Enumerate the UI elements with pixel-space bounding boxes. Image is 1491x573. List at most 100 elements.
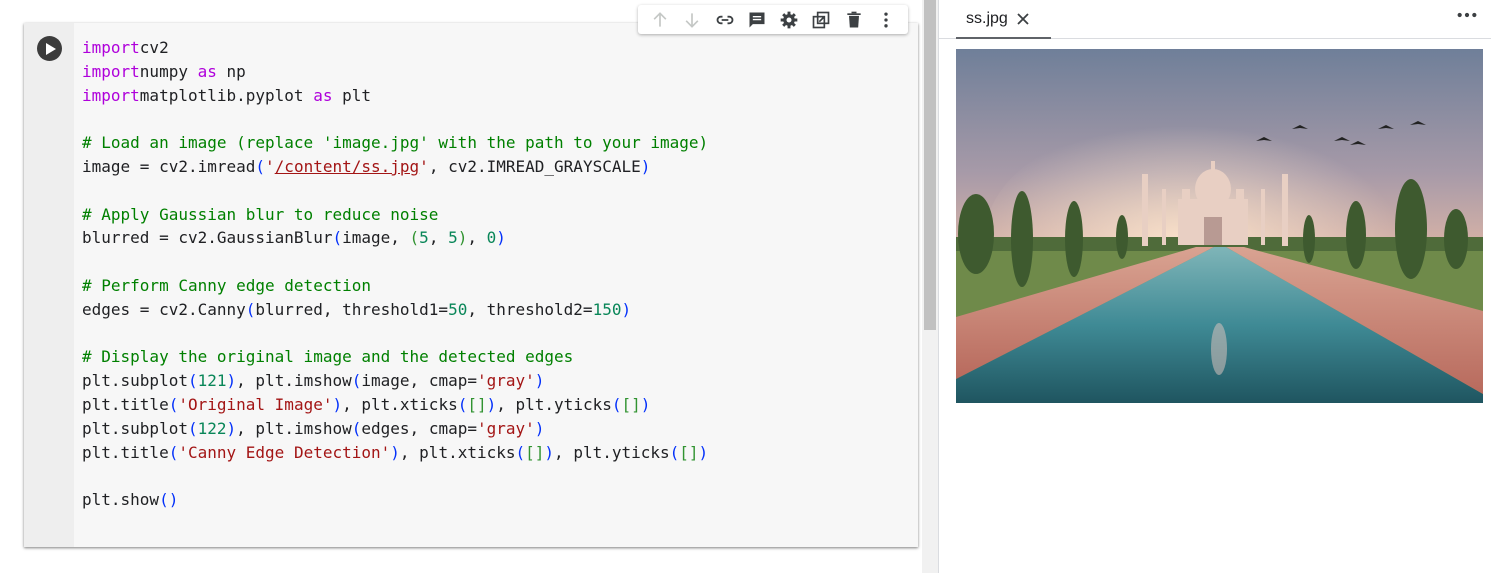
code-token: ( — [187, 371, 198, 391]
code-token: ( — [515, 442, 526, 462]
code-token: ( — [332, 228, 343, 248]
code-token: import — [82, 38, 140, 57]
code-token: ) — [457, 228, 468, 248]
code-line: importcv2 — [82, 36, 908, 60]
code-token: import — [82, 61, 140, 81]
code-token: ) — [640, 394, 651, 414]
code-line: plt.subplot(121), plt.imshow(image, cmap… — [82, 369, 908, 393]
code-token: image, cmap= — [361, 371, 477, 391]
code-token: plt.title — [82, 394, 169, 414]
notebook-pane: importcv2 importnumpy as np importmatplotl… — [0, 0, 938, 573]
code-token: , threshold2= — [467, 299, 593, 319]
code-token: [] — [621, 394, 641, 414]
code-line: # Load an image (replace 'image.jpg' wit… — [82, 131, 908, 155]
code-token: 5 — [448, 228, 458, 248]
close-icon[interactable] — [1016, 12, 1030, 26]
code-token: np — [216, 61, 246, 81]
code-token: import — [82, 85, 140, 105]
code-token: plt.show — [82, 490, 160, 510]
link-icon[interactable] — [714, 9, 736, 31]
play-icon — [45, 42, 56, 55]
code-token: 'Original Image' — [178, 394, 333, 414]
code-token: ) — [534, 371, 545, 391]
code-token: , plt.yticks — [496, 394, 612, 414]
code-token: [] — [679, 442, 699, 462]
code-token: ( — [245, 299, 256, 319]
code-token: ) — [486, 394, 497, 414]
code-token: ' — [419, 156, 429, 176]
code-token: ) — [496, 228, 506, 248]
arrow-up-icon[interactable] — [649, 9, 671, 31]
code-token: blurred = cv2.GaussianBlur — [82, 228, 333, 248]
scrollbar-thumb[interactable] — [924, 0, 936, 330]
code-token: ( — [409, 228, 420, 248]
code-editor[interactable]: importcv2 importnumpy as np importmatplotl… — [82, 36, 908, 512]
tab-ss-jpg[interactable]: ss.jpg — [956, 0, 1051, 39]
code-token: ( — [351, 418, 362, 438]
code-token: ) — [640, 156, 651, 176]
code-line: # Apply Gaussian blur to reduce noise — [82, 203, 908, 227]
code-token: plt.subplot — [82, 418, 188, 438]
code-token: 122 — [197, 418, 227, 438]
code-line: edges = cv2.Canny(blurred, threshold1=50… — [82, 298, 908, 322]
code-token: , plt.imshow — [236, 418, 352, 438]
cell-toolbar — [638, 5, 908, 34]
code-line: importmatplotlib.pyplot as plt — [82, 84, 908, 108]
code-token: # Load an image (replace 'image.jpg' wit… — [82, 133, 709, 153]
code-token: ( — [187, 418, 198, 438]
code-token: numpy — [139, 61, 198, 81]
code-line: plt.title ( 'Canny Edge Detection') , plt.x… — [82, 441, 908, 465]
code-token: 'gray' — [476, 418, 535, 438]
arrow-down-icon[interactable] — [681, 9, 703, 31]
code-token: # Perform Canny edge detection — [82, 275, 371, 295]
more-horiz-icon[interactable] — [1455, 5, 1479, 25]
code-line: # Display the original image and the det… — [82, 345, 908, 369]
code-token: plt.title — [82, 442, 169, 462]
code-cell[interactable]: importcv2 importnumpy as np importmatplotl… — [24, 23, 918, 547]
code-token: edges, cmap= — [361, 418, 477, 438]
code-token: ) — [698, 442, 709, 462]
code-token: , cv2.IMREAD_GRAYSCALE — [428, 156, 641, 176]
run-cell-button[interactable] — [37, 36, 62, 61]
code-token: , plt.yticks — [554, 442, 670, 462]
code-line: plt.title('Original Image'), plt.xticks(… — [82, 393, 908, 417]
code-token: ( — [669, 442, 680, 462]
code-token: # Apply Gaussian blur to reduce noise — [82, 204, 439, 224]
code-token: blurred, threshold1= — [255, 299, 449, 319]
code-token: ( — [457, 394, 468, 414]
code-token: ( — [168, 394, 179, 414]
code-token: , — [467, 228, 487, 248]
code-line: plt.show() — [82, 488, 908, 512]
code-token: ' — [265, 156, 275, 176]
code-token: , plt.xticks — [342, 394, 458, 414]
code-token: cv2 — [139, 38, 169, 57]
code-token: /content/ss.jpg — [274, 156, 420, 176]
mirror-cell-icon[interactable] — [810, 9, 832, 31]
comment-icon[interactable] — [746, 9, 768, 31]
code-token: , plt.imshow — [236, 371, 352, 391]
code-token: image, — [342, 228, 410, 248]
gear-icon[interactable] — [778, 9, 800, 31]
code-token: # Display the original image and the det… — [82, 347, 574, 367]
code-token: ( — [351, 371, 362, 391]
code-token: [] — [467, 394, 487, 414]
code-token: 'Canny Edge Detection' — [178, 442, 391, 462]
tab-bar: ss.jpg — [939, 0, 1491, 39]
code-token: 50 — [448, 299, 468, 319]
taj-mahal-image — [956, 49, 1483, 403]
trash-icon[interactable] — [843, 9, 865, 31]
code-token: 0 — [486, 228, 497, 248]
more-vert-icon[interactable] — [875, 9, 897, 31]
code-token: 121 — [197, 371, 227, 391]
code-line: image = cv2.imread('/content/ss.jpg', cv… — [82, 155, 908, 179]
code-token: ) — [544, 442, 555, 462]
code-line: # Perform Canny edge detection — [82, 274, 908, 298]
code-token: plt — [332, 85, 371, 105]
code-token: , plt.xticks — [399, 442, 516, 462]
code-token: 'gray' — [476, 371, 535, 391]
code-token: ) — [332, 394, 343, 414]
